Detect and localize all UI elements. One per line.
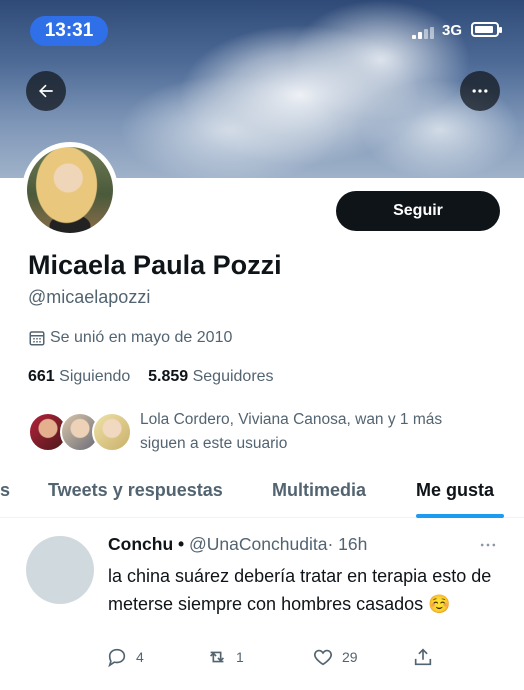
tweet[interactable]: Conchu • @UnaConchudita· 16h la china su… xyxy=(0,520,524,690)
like-icon xyxy=(314,649,332,666)
profile-name: Micaela Paula Pozzi xyxy=(28,250,282,280)
follow-counts: 661 Siguiendo 5.859 Seguidores xyxy=(28,368,274,386)
mutual-followers-line2: siguen a este usuario xyxy=(140,435,288,452)
network-label: 3G xyxy=(442,22,463,39)
joined-text: Se unió en mayo de 2010 xyxy=(50,329,233,346)
tweet-actions: 4 1 29 xyxy=(106,646,446,672)
tab-tweets-replies[interactable]: Tweets y respuestas xyxy=(48,480,223,501)
joined-date: Se unió en mayo de 2010 xyxy=(28,329,232,347)
tweet-time[interactable]: · 16h xyxy=(327,534,367,554)
tweet-more-button[interactable] xyxy=(478,538,498,556)
following-link[interactable]: 661 Siguiendo xyxy=(28,368,130,385)
share-button[interactable] xyxy=(412,646,442,668)
reply-count: 4 xyxy=(136,649,144,665)
tweet-author-bullet: • xyxy=(178,534,185,554)
share-icon xyxy=(414,648,432,666)
tweet-author-handle[interactable]: @UnaConchudita xyxy=(189,534,327,554)
battery-icon xyxy=(471,22,502,37)
retweet-button[interactable]: 1 xyxy=(206,646,244,668)
status-bar: 13:31 3G xyxy=(0,12,524,46)
profile-handle: @micaelapozzi xyxy=(28,287,151,307)
back-button[interactable] xyxy=(26,71,66,111)
mutual-followers-line1: Lola Cordero, Viviana Canosa, wan y 1 má… xyxy=(140,411,443,428)
back-arrow-icon xyxy=(39,84,53,98)
tab-likes[interactable]: Me gusta xyxy=(416,480,494,501)
retweet-count: 1 xyxy=(236,649,244,665)
retweet-icon xyxy=(209,651,225,663)
reply-icon xyxy=(108,648,126,668)
mutual-followers-text: Lola Cordero, Viviana Canosa, wan y 1 má… xyxy=(140,408,442,456)
mutual-avatar xyxy=(92,412,132,452)
tweet-author-avatar[interactable] xyxy=(26,536,94,604)
more-options-button[interactable] xyxy=(460,71,500,111)
followers-label: Seguidores xyxy=(192,368,274,385)
tweet-author-name[interactable]: Conchu xyxy=(108,534,173,554)
following-label: Siguiendo xyxy=(59,368,131,385)
like-count: 29 xyxy=(342,649,358,665)
signal-icon xyxy=(412,27,436,39)
follow-button[interactable]: Seguir xyxy=(336,191,500,231)
avatar-image xyxy=(27,147,113,233)
followers-link[interactable]: 5.859 Seguidores xyxy=(148,368,273,385)
tweet-text: la china suárez debería tratar en terapi… xyxy=(108,566,492,614)
reply-button[interactable]: 4 xyxy=(106,646,144,668)
more-icon xyxy=(480,543,496,547)
tweet-header: Conchu • @UnaConchudita· 16h xyxy=(108,534,367,555)
tab-tweets-partial[interactable]: s xyxy=(0,480,10,501)
mutual-followers[interactable]: Lola Cordero, Viviana Canosa, wan y 1 má… xyxy=(28,408,498,456)
profile-avatar[interactable] xyxy=(22,142,118,238)
followers-count: 5.859 xyxy=(148,368,189,385)
tab-media[interactable]: Multimedia xyxy=(272,480,366,501)
profile-tabs: s Tweets y respuestas Multimedia Me gust… xyxy=(0,468,524,518)
more-icon xyxy=(472,89,488,93)
calendar-icon xyxy=(29,331,45,346)
active-tab-indicator xyxy=(416,514,504,518)
like-button[interactable]: 29 xyxy=(312,646,358,668)
following-count: 661 xyxy=(28,368,55,385)
status-time: 13:31 xyxy=(30,16,108,46)
